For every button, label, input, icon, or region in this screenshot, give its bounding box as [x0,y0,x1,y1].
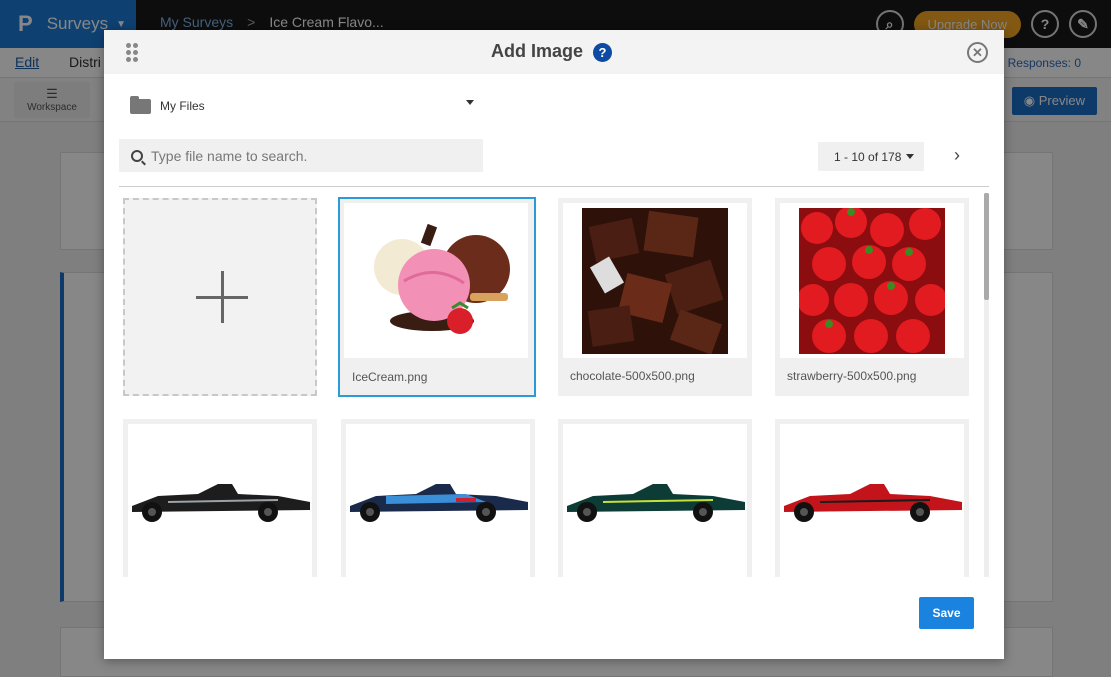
image-tile-car-black[interactable] [123,419,317,577]
add-image-dialog: Add Image ? ✕ My Files 1 - 10 of 178 › [104,30,1004,659]
save-button[interactable]: Save [919,597,974,629]
f1-car-blue-image [346,424,530,577]
folder-icon [130,95,151,114]
folder-select[interactable]: My Files [130,95,474,116]
image-tile-chocolate[interactable]: chocolate-500x500.png [558,198,752,396]
image-tile-strawberry[interactable]: strawberry-500x500.png [775,198,969,396]
image-tile-car-blue[interactable] [341,419,535,577]
image-file-name: chocolate-500x500.png [570,369,695,383]
divider [119,186,989,187]
file-search-box [119,139,483,172]
dialog-header: Add Image ? ✕ [104,30,1004,74]
image-grid-scrollbar[interactable] [984,193,989,577]
image-grid: IceCream.png chocolate-500x500.png straw… [119,193,987,577]
pagination-value: 1 - 10 of 178 [834,149,902,164]
pagination-select[interactable]: 1 - 10 of 178 [818,142,924,171]
chevron-down-icon [466,100,474,105]
plus-icon [196,271,248,323]
upload-image-tile[interactable] [123,198,317,396]
file-search-input[interactable] [151,147,471,164]
f1-car-black-image [128,424,312,577]
help-icon[interactable]: ? [593,43,612,62]
image-file-name: strawberry-500x500.png [787,369,917,383]
image-file-name: IceCream.png [352,370,428,384]
chocolate-image [563,203,747,358]
scrollbar-thumb[interactable] [984,193,989,300]
ice-cream-image [344,203,528,358]
strawberry-image [780,203,964,358]
image-tile-car-red[interactable] [775,419,969,577]
drag-handle-icon[interactable] [126,43,138,62]
folder-select-value: My Files [160,99,205,113]
chevron-right-icon[interactable]: › [954,146,966,164]
image-tile-icecream[interactable]: IceCream.png [338,197,536,397]
close-icon[interactable]: ✕ [967,42,988,63]
search-icon [131,149,143,162]
chevron-down-icon [906,154,914,159]
f1-car-red-image [780,424,964,577]
image-tile-car-green[interactable] [558,419,752,577]
dialog-title: Add Image [491,41,584,61]
f1-car-green-image [563,424,747,577]
